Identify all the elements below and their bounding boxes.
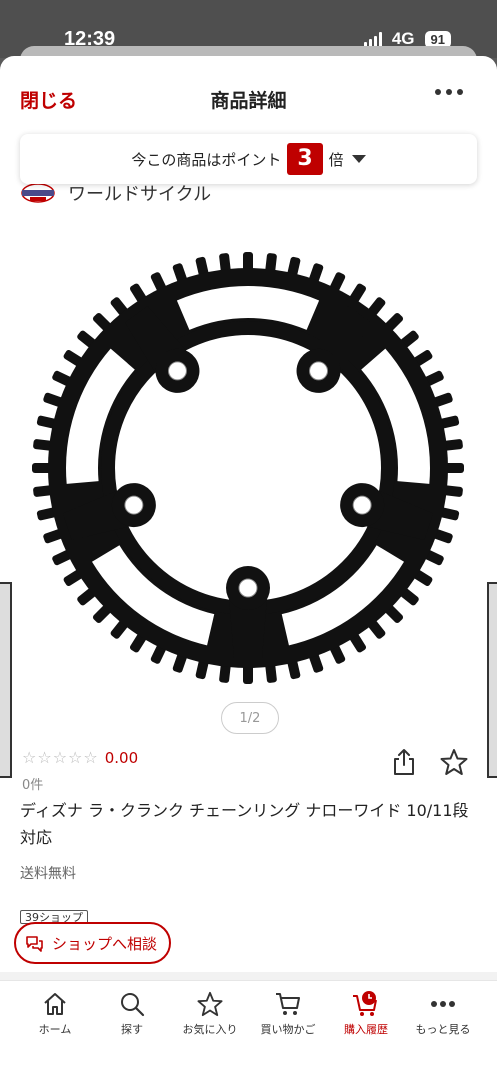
- image-pager: 1/2: [221, 702, 279, 734]
- cart-icon: [276, 993, 300, 1015]
- chat-icon: [26, 936, 43, 952]
- shop-consult-label: ショップへ相談: [52, 934, 158, 953]
- product-image-gallery[interactable]: [0, 226, 497, 778]
- section-divider: [0, 972, 497, 980]
- tab-search[interactable]: 探す: [93, 989, 171, 1037]
- shop-logo: [21, 183, 55, 203]
- home-icon: [44, 993, 66, 1015]
- tab-home-label: ホーム: [38, 1023, 72, 1036]
- chevron-down-icon: [351, 155, 366, 163]
- rating-row[interactable]: ☆☆☆☆☆ 0.00: [22, 748, 138, 767]
- star-icon: [197, 991, 223, 1017]
- battery-icon: 91: [424, 30, 451, 48]
- shop-consult-button[interactable]: ショップへ相談: [14, 922, 172, 964]
- purchase-history-icon: [353, 991, 377, 1016]
- point-campaign-banner[interactable]: 今この商品はポイント 3 倍: [20, 134, 477, 184]
- rating-stars: ☆☆☆☆☆: [22, 748, 99, 767]
- review-count[interactable]: 0件: [22, 774, 43, 793]
- point-suffix: 倍: [328, 150, 344, 169]
- next-image-peek: [487, 582, 497, 778]
- tab-cart-label: 買い物かご: [260, 1023, 316, 1036]
- tab-more[interactable]: もっと見る: [404, 989, 482, 1037]
- search-icon: [121, 993, 145, 1017]
- bottom-tab-bar: ホーム 探す お気に入り 買い物かご 購入履歴 もっと見る: [0, 980, 497, 1080]
- tab-home[interactable]: ホーム: [16, 989, 94, 1037]
- nav-header: 閉じる 商品詳細: [0, 56, 497, 136]
- tab-favorites-label: お気に入り: [182, 1023, 238, 1036]
- signal-icon: [363, 31, 382, 47]
- tab-more-label: もっと見る: [415, 1023, 471, 1036]
- product-title: ディズナ ラ・クランク チェーンリング ナローワイド 10/11段対応: [20, 801, 469, 847]
- product-detail-sheet: 閉じる 商品詳細 今この商品はポイント 3 倍 ワールドサイクル 1/2 ☆☆☆…: [0, 56, 497, 1080]
- more-options-icon[interactable]: [435, 89, 463, 95]
- tab-purchase-history-label: 購入履歴: [344, 1023, 388, 1036]
- point-banner-text: 今この商品はポイント: [131, 150, 282, 169]
- page-title: 商品詳細: [210, 90, 287, 112]
- share-icon[interactable]: [391, 748, 417, 776]
- tab-favorites[interactable]: お気に入り: [171, 989, 249, 1037]
- point-multiplier: 3: [287, 143, 323, 175]
- chainring-product-image: [32, 252, 464, 684]
- shipping-info: 送料無料: [20, 866, 76, 882]
- rating-value: 0.00: [104, 748, 139, 767]
- tab-search-label: 探す: [121, 1023, 143, 1036]
- more-icon: [431, 1001, 455, 1007]
- tab-cart[interactable]: 買い物かご: [249, 989, 327, 1037]
- previous-image-peek: [0, 582, 12, 778]
- tab-purchase-history[interactable]: 購入履歴: [327, 989, 405, 1037]
- favorite-star-icon[interactable]: [440, 748, 468, 776]
